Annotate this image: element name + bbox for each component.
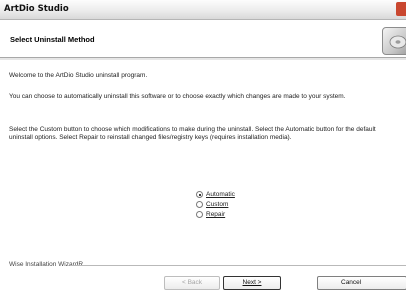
next-button[interactable]: Next > — [223, 276, 281, 290]
option-automatic[interactable]: Automatic — [196, 190, 256, 200]
dialog-header: Select Uninstall Method — [0, 20, 406, 60]
repair-radio[interactable] — [196, 211, 203, 218]
cancel-button[interactable]: Cancel — [317, 276, 406, 290]
automatic-label[interactable]: Automatic — [206, 191, 235, 198]
page-title: Select Uninstall Method — [10, 35, 95, 44]
next-button-label: Next > — [242, 279, 262, 286]
custom-label[interactable]: Custom — [206, 201, 228, 208]
back-button[interactable]: < Back — [164, 276, 220, 290]
option-repair[interactable]: Repair — [196, 210, 256, 220]
repair-label[interactable]: Repair — [206, 211, 225, 218]
welcome-text: Welcome to the ArtDio Studio uninstall p… — [9, 72, 148, 79]
installer-disc-icon — [382, 27, 406, 55]
title-bar: ArtDio Studio — [0, 0, 406, 20]
close-button[interactable] — [396, 2, 406, 16]
window-title: ArtDio Studio — [4, 4, 69, 14]
uninstall-method-options: Automatic Custom Repair — [196, 190, 256, 220]
select-instructions-text: Select the Custom button to choose which… — [9, 126, 376, 141]
automatic-radio[interactable] — [196, 191, 203, 198]
header-divider — [0, 58, 406, 60]
footer-divider — [70, 265, 406, 267]
option-custom[interactable]: Custom — [196, 200, 256, 210]
choose-text: You can choose to automatically uninstal… — [9, 93, 346, 100]
custom-radio[interactable] — [196, 201, 203, 208]
